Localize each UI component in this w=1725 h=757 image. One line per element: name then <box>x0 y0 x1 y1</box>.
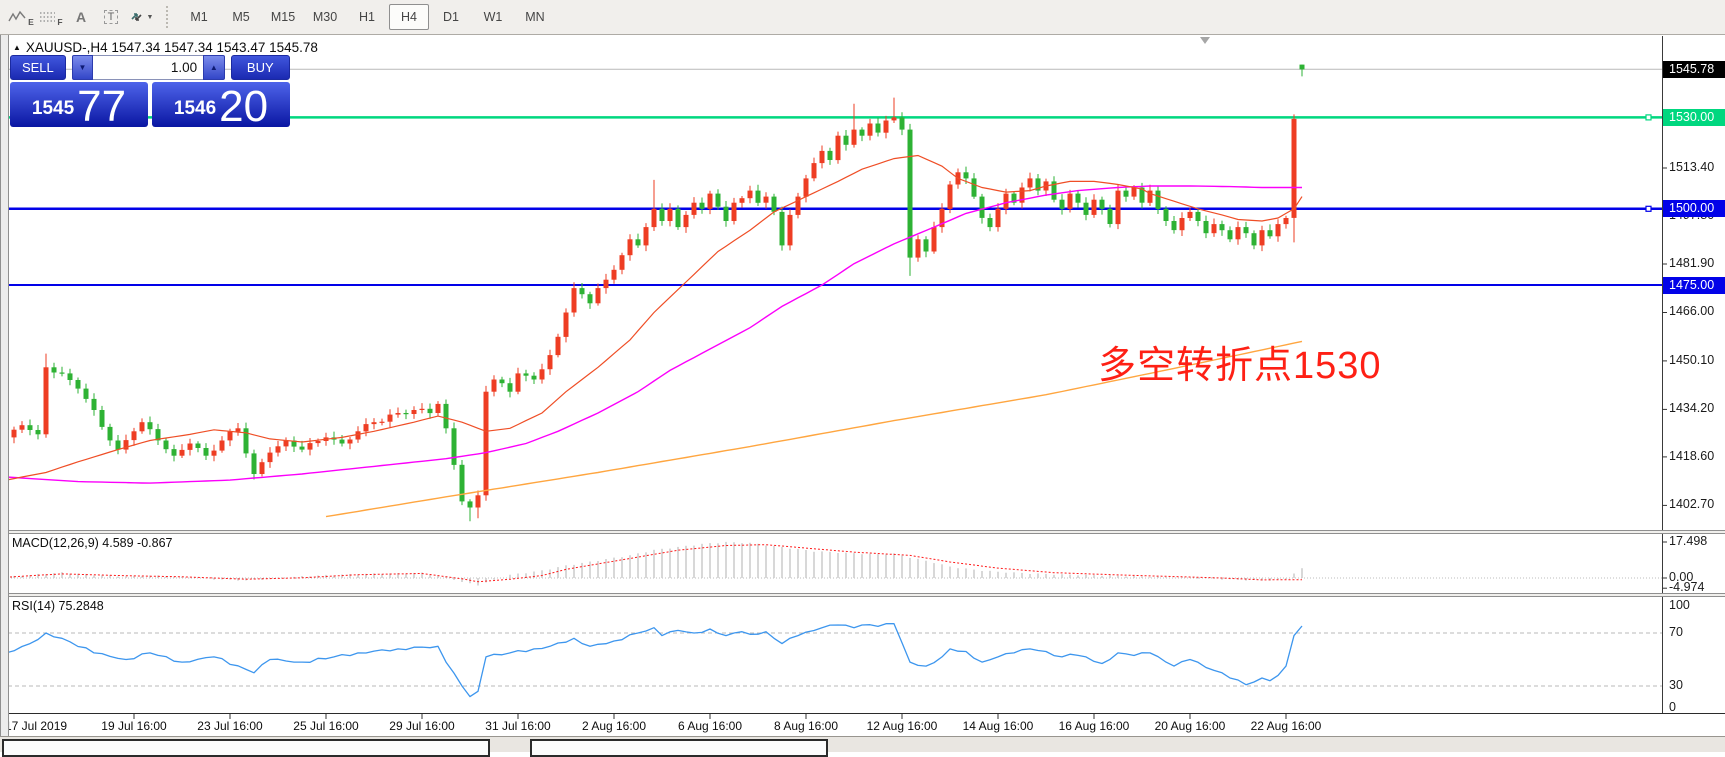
bottom-window-fragment <box>2 739 490 757</box>
timeframe-button-group: M1M5M15M30H1H4D1W1MN <box>178 4 556 30</box>
volume-input[interactable] <box>93 55 203 80</box>
rsi-axis-tick: 100 <box>1669 598 1725 612</box>
macd-axis-tick: -4.974 <box>1669 580 1725 594</box>
price-axis-tick: 1418.60 <box>1669 449 1725 463</box>
toolbar-icon-group: EFAT▼ <box>6 4 156 30</box>
date-axis-label: 31 Jul 16:00 <box>478 719 558 733</box>
volume-increase-button[interactable]: ▲ <box>203 55 224 80</box>
sell-price-big-figure: 1545 <box>32 98 74 120</box>
one-click-trading-panel: SELL ▼ ▲ BUY 154577 154620 <box>10 55 290 127</box>
timeframe-button-MN[interactable]: MN <box>515 4 555 30</box>
main-price-pane <box>4 65 1663 522</box>
text-annotation-icon[interactable]: A <box>67 4 95 30</box>
collapse-arrow-icon[interactable]: ▲ <box>13 43 21 52</box>
indicator-grid-icon[interactable]: F <box>37 4 65 30</box>
support-line-1475-badge: 1475.00 <box>1663 277 1725 294</box>
bottom-window-strip <box>0 736 1725 752</box>
chart-annotation-text[interactable]: 多空转折点1530 <box>1098 334 1382 389</box>
sell-price-pips: 77 <box>77 89 126 125</box>
buy-button[interactable]: BUY <box>231 55 290 80</box>
buy-price-display[interactable]: 154620 <box>152 82 290 127</box>
candles-layer <box>4 65 1305 522</box>
rsi-axis-tick: 0 <box>1669 700 1725 714</box>
buy-price-pips: 20 <box>219 89 268 125</box>
chart-title-text: XAUUSD-,H4 1547.34 1547.34 1543.47 1545.… <box>26 40 318 55</box>
chart-shift-marker[interactable] <box>1200 37 1210 44</box>
date-axis-label: 17 Jul 2019 <box>5 719 67 733</box>
timeframe-button-D1[interactable]: D1 <box>431 4 471 30</box>
date-axis-label: 8 Aug 16:00 <box>766 719 846 733</box>
rsi-indicator-label: RSI(14) 75.2848 <box>12 599 104 613</box>
rsi-pane <box>6 624 1662 697</box>
resistance-line-1530-handle[interactable] <box>1646 115 1651 120</box>
volume-decrease-button[interactable]: ▼ <box>72 55 93 80</box>
date-axis-label: 19 Jul 16:00 <box>94 719 174 733</box>
bottom-window-fragment <box>530 739 828 757</box>
macd-pane <box>6 542 1662 586</box>
text-label-icon[interactable]: T <box>97 4 125 30</box>
top-toolbar: EFAT▼ M1M5M15M30H1H4D1W1MN <box>0 0 1725 35</box>
price-axis-tick: 1513.40 <box>1669 160 1725 174</box>
timeframe-button-H4[interactable]: H4 <box>389 4 429 30</box>
date-axis-label: 20 Aug 16:00 <box>1150 719 1230 733</box>
current-price-line-badge: 1545.78 <box>1663 61 1725 78</box>
date-axis-label: 16 Aug 16:00 <box>1054 719 1134 733</box>
pane-separator-rsi[interactable] <box>0 593 1725 597</box>
price-axis-tick: 1481.90 <box>1669 256 1725 270</box>
date-axis-label: 22 Aug 16:00 <box>1246 719 1326 733</box>
support-line-1500-badge: 1500.00 <box>1663 200 1725 217</box>
objects-arrows-icon[interactable]: ▼ <box>127 4 155 30</box>
date-axis-label: 14 Aug 16:00 <box>958 719 1038 733</box>
timeframe-button-H1[interactable]: H1 <box>347 4 387 30</box>
support-line-1500-handle[interactable] <box>1646 206 1651 211</box>
price-axis-tick: 1466.00 <box>1669 304 1725 318</box>
timeframe-button-M1[interactable]: M1 <box>179 4 219 30</box>
buy-price-big-figure: 1546 <box>174 98 216 120</box>
rsi-axis-tick: 70 <box>1669 625 1725 639</box>
date-axis-label: 25 Jul 16:00 <box>286 719 366 733</box>
pane-separator-macd[interactable] <box>0 530 1725 534</box>
time-axis-line <box>0 713 1725 714</box>
timeframe-button-M30[interactable]: M30 <box>305 4 345 30</box>
timeframe-button-M5[interactable]: M5 <box>221 4 261 30</box>
timeframe-button-M15[interactable]: M15 <box>263 4 303 30</box>
timeframe-button-W1[interactable]: W1 <box>473 4 513 30</box>
window-left-frame <box>0 34 9 736</box>
date-axis-label: 2 Aug 16:00 <box>574 719 654 733</box>
price-axis-tick: 1402.70 <box>1669 497 1725 511</box>
resistance-line-1530-badge: 1530.00 <box>1663 109 1725 126</box>
experts-chart-icon[interactable]: E <box>7 4 35 30</box>
toolbar-separator <box>166 6 170 28</box>
chart-title: ▲ XAUUSD-,H4 1547.34 1547.34 1543.47 1545… <box>13 40 318 55</box>
triangle-up-icon: ▲ <box>210 63 218 72</box>
date-axis-label: 29 Jul 16:00 <box>382 719 462 733</box>
date-axis-label: 12 Aug 16:00 <box>862 719 942 733</box>
date-axis-label: 6 Aug 16:00 <box>670 719 750 733</box>
date-axis-label: 23 Jul 16:00 <box>190 719 270 733</box>
sell-price-display[interactable]: 154577 <box>10 82 148 127</box>
price-axis-tick: 1450.10 <box>1669 353 1725 367</box>
price-axis-tick: 1434.20 <box>1669 401 1725 415</box>
macd-axis-tick: 17.498 <box>1669 534 1725 548</box>
triangle-down-icon: ▼ <box>78 63 86 72</box>
macd-indicator-label: MACD(12,26,9) 4.589 -0.867 <box>12 536 173 550</box>
rsi-axis-tick: 30 <box>1669 678 1725 692</box>
sell-button[interactable]: SELL <box>10 55 66 80</box>
